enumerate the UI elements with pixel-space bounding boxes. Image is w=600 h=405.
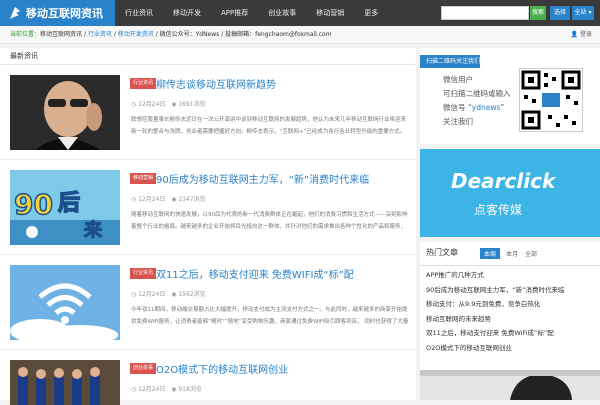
clock-icon: ◷ bbox=[131, 386, 137, 393]
tab-all[interactable]: 全部 bbox=[521, 248, 541, 259]
article-title[interactable]: O2O模式下的移动互联网创业 bbox=[156, 361, 288, 376]
article-title[interactable]: 柳传志谈移动互联网新趋势 bbox=[156, 76, 276, 91]
list-item[interactable]: 移动互联网的未来趋势 bbox=[426, 312, 594, 327]
article-views: 1562浏览 bbox=[178, 291, 206, 298]
article-title[interactable]: 双11之后，移动支付迎来 免费WIFI成“标”配 bbox=[156, 266, 354, 281]
article-date: 12月24日 bbox=[138, 101, 166, 108]
article-item: 行业资讯 柳传志谈移动互联网新趋势 ◷ 12月24日 ◉ 1691浏览 联想控股… bbox=[0, 65, 416, 160]
qr-code-image bbox=[519, 68, 583, 132]
banner-title: Dearclick bbox=[451, 169, 556, 193]
clock-icon: ◷ bbox=[131, 291, 137, 298]
wechat-suffix: ” bbox=[500, 103, 505, 112]
wechat-line: 关注我们 bbox=[443, 117, 473, 126]
nav-item-marketing[interactable]: 移动营销 bbox=[306, 0, 354, 26]
article-title[interactable]: 90后成为移动互联网主力军，“新”消费时代来临 bbox=[156, 171, 369, 186]
breadcrumb: 当前位置：移动互联网资讯 / 行业资讯 / 移动开发资讯 / 微信公众号：YdN… bbox=[0, 26, 600, 44]
search-button[interactable]: 搜索 bbox=[530, 6, 546, 20]
article-date: 12月24日 bbox=[138, 196, 166, 203]
nav-item-more[interactable]: 更多 bbox=[354, 0, 388, 26]
list-item[interactable]: 双11之后，移动支付迎来 免费WiFi成“标”配 bbox=[426, 326, 594, 341]
article-excerpt: 今年双11期间，移动端交易额占比大幅提升，移动支付成为主流支付方式之一。与此同时… bbox=[131, 307, 409, 325]
user-icon: 👤 bbox=[570, 31, 579, 38]
article-list-panel: 最新资讯 行业资讯 柳传志谈移动互联网新趋势 ◷ 12月24日 ◉ 1691浏览… bbox=[0, 48, 416, 405]
sidebar-bottom-image[interactable] bbox=[420, 370, 600, 400]
article-views: 1691浏览 bbox=[178, 101, 206, 108]
article-meta: ◷ 12月24日 ◉ 1562浏览 bbox=[131, 289, 206, 298]
scope-dropdown[interactable]: 全站 ▾ bbox=[572, 6, 594, 20]
nav-item-app[interactable]: APP推荐 bbox=[211, 0, 258, 26]
article-meta: ◷ 12月24日 ◉ 2347浏览 bbox=[131, 194, 206, 203]
svg-text:90: 90 bbox=[14, 188, 53, 221]
logo-text: 移动互联网资讯 bbox=[26, 7, 103, 20]
tab-month[interactable]: 本月 bbox=[502, 248, 522, 259]
article-item: 创业故事 O2O模式下的移动互联网创业 ◷ 12月24日 ◉ 918浏览 bbox=[0, 350, 416, 405]
wechat-prefix: 微信号 “ bbox=[443, 103, 472, 112]
logo-mark-icon bbox=[10, 7, 20, 19]
nav-item-dev[interactable]: 移动开发 bbox=[163, 0, 211, 26]
article-item: 90 后 来 移动营销 90后成为移动互联网主力军，“新”消费时代来临 ◷ 12… bbox=[0, 160, 416, 255]
hot-articles-header: 热门文章 本周 本月 全部 bbox=[420, 242, 600, 266]
dearclick-ad-banner[interactable]: Dearclick 点客传媒 bbox=[420, 149, 600, 237]
article-meta: ◷ 12月24日 ◉ 918浏览 bbox=[131, 384, 202, 393]
category-tag[interactable]: 行业资讯 bbox=[130, 78, 157, 89]
breadcrumb-link-dev[interactable]: 移动开发资讯 bbox=[118, 31, 154, 38]
article-views: 918浏览 bbox=[178, 386, 202, 393]
eye-icon: ◉ bbox=[171, 386, 177, 393]
wechat-id: ydnews bbox=[471, 103, 501, 112]
list-item[interactable]: O2O模式下的移动互联网创业 bbox=[426, 341, 594, 356]
site-logo[interactable]: 移动互联网资讯 bbox=[0, 0, 115, 26]
main-nav: 行业资讯 移动开发 APP推荐 创业故事 移动营销 更多 bbox=[115, 0, 388, 26]
breadcrumb-prefix: 当前位置： bbox=[10, 31, 41, 38]
article-views: 2347浏览 bbox=[178, 196, 206, 203]
wechat-line: 微信用户 bbox=[443, 75, 473, 84]
eye-icon: ◉ bbox=[171, 101, 177, 108]
article-date: 12月24日 bbox=[138, 291, 166, 298]
article-date: 12月24日 bbox=[138, 386, 166, 393]
eye-icon: ◉ bbox=[171, 196, 177, 203]
login-label: 登录 bbox=[579, 31, 592, 38]
svg-text:来: 来 bbox=[83, 220, 103, 241]
wechat-panel-heading: 扫描二维码关注我们 bbox=[420, 55, 481, 68]
tab-week[interactable]: 本周 bbox=[480, 248, 501, 259]
article-excerpt: 随着移动互联网的快速发展，以90后为代表的新一代消费群体正在崛起，他们的消费习惯… bbox=[131, 212, 408, 230]
top-navbar: 移动互联网资讯 行业资讯 移动开发 APP推荐 创业故事 移动营销 更多 搜索 … bbox=[0, 0, 600, 26]
article-thumbnail[interactable] bbox=[10, 75, 120, 150]
select-button[interactable]: 选择 bbox=[550, 6, 570, 20]
wechat-line: 可扫描二维码或输入 bbox=[443, 89, 511, 98]
category-tag[interactable]: 移动营销 bbox=[130, 173, 157, 184]
hot-articles-title: 热门文章 bbox=[426, 248, 458, 257]
article-meta: ◷ 12月24日 ◉ 1691浏览 bbox=[131, 99, 206, 108]
breadcrumb-link-industry[interactable]: 行业资讯 bbox=[88, 31, 112, 38]
article-thumbnail[interactable]: 90 后 来 bbox=[10, 170, 120, 245]
nav-item-startup[interactable]: 创业故事 bbox=[258, 0, 306, 26]
wechat-panel: 扫描二维码关注我们 微信用户 可扫描二维码或输入 微信号 “ydnews” 关注… bbox=[420, 48, 600, 144]
hot-articles-list: APP推广的几种方式 90后成为移动互联网主力军，“新”消费时代来临 移动支付：… bbox=[420, 266, 600, 357]
banner-subtitle: 点客传媒 bbox=[474, 203, 523, 217]
svg-text:后: 后 bbox=[58, 191, 80, 216]
wechat-instructions: 微信用户 可扫描二维码或输入 微信号 “ydnews” 关注我们 bbox=[443, 73, 511, 129]
breadcrumb-home[interactable]: 移动互联网资讯 bbox=[40, 31, 82, 38]
clock-icon: ◷ bbox=[131, 196, 137, 203]
category-tag[interactable]: 创业故事 bbox=[130, 363, 157, 374]
article-thumbnail[interactable] bbox=[10, 265, 120, 340]
list-item[interactable]: 移动支付：从9.9元到免费，竞争白热化 bbox=[426, 297, 594, 312]
wechat-line: 微信号 “ydnews” bbox=[443, 101, 511, 115]
contribute-email-text: 投稿邮箱：fengchaom@foxmail.com bbox=[225, 31, 332, 38]
wechat-account-text: 微信公众号：YdNews bbox=[159, 31, 220, 38]
login-link[interactable]: 👤 登录 bbox=[571, 26, 592, 44]
search-input[interactable] bbox=[441, 6, 529, 20]
hot-articles-panel: 热门文章 本周 本月 全部 APP推广的几种方式 90后成为移动互联网主力军，“… bbox=[420, 242, 600, 370]
category-tag[interactable]: 行业资讯 bbox=[130, 268, 157, 279]
list-item[interactable]: APP推广的几种方式 bbox=[426, 268, 594, 283]
list-item[interactable]: 90后成为移动互联网主力军，“新”消费时代来临 bbox=[426, 283, 594, 298]
article-thumbnail[interactable] bbox=[10, 360, 120, 405]
article-excerpt: 联想控股董事长柳传志近日在一次公开演讲中谈到移动互联网的发展趋势，他认为未来几年… bbox=[131, 117, 407, 135]
section-heading: 最新资讯 bbox=[0, 48, 416, 65]
article-item: 行业资讯 双11之后，移动支付迎来 免费WIFI成“标”配 ◷ 12月24日 ◉… bbox=[0, 255, 416, 350]
clock-icon: ◷ bbox=[131, 101, 137, 108]
eye-icon: ◉ bbox=[171, 291, 177, 298]
nav-item-industry[interactable]: 行业资讯 bbox=[115, 0, 163, 26]
